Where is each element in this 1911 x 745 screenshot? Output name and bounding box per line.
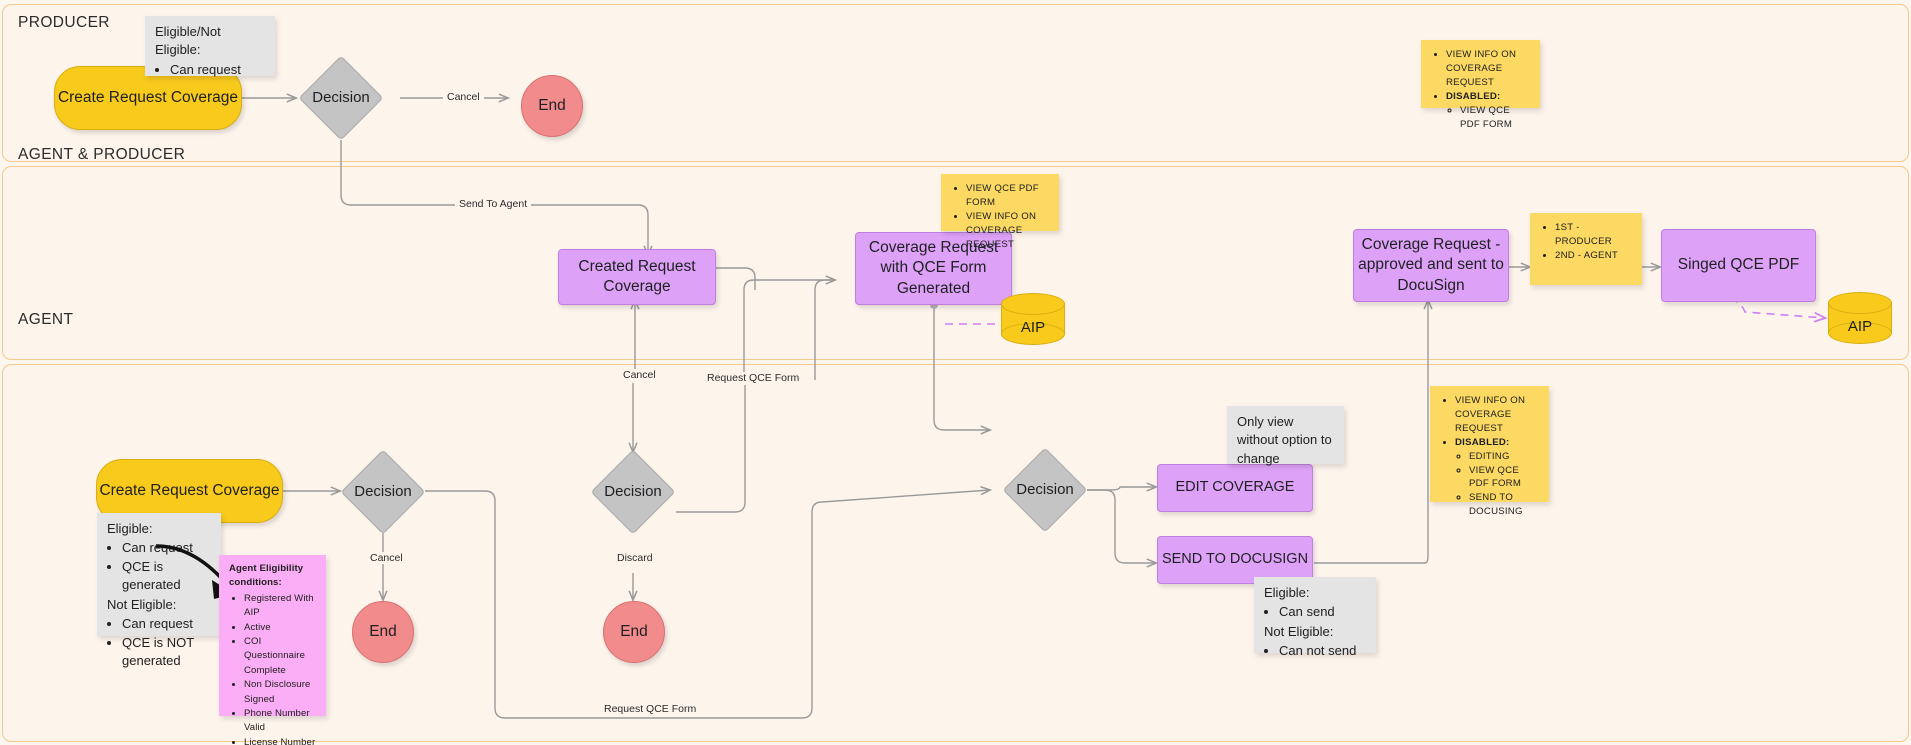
edge-label-request-qce-form-bottom: Request QCE Form [600,703,701,715]
node-edit-coverage[interactable]: EDIT COVERAGE [1157,464,1313,512]
node-signed-qce-pdf[interactable]: Singed QCE PDF [1661,229,1816,302]
node-label: Decision [604,483,662,501]
note-item: DISABLED: [1446,90,1501,102]
note-item: 1ST - PRODUCER [1555,221,1632,249]
note-item: VIEW QCE PDF FORM [966,182,1049,210]
note-item: EDITING [1469,450,1539,464]
edge-label-send-to-agent: Send To Agent [455,198,532,210]
node-label: Create Request Coverage [99,481,280,499]
note-item: VIEW QCE PDF FORM [1469,464,1539,492]
edge-label-agent-cancel: Cancel [366,552,407,564]
node-label: End [538,97,566,114]
note-item: Can request [170,61,265,79]
note-item: Registered With AIP [244,592,316,621]
edge-label-agent-producer-cancel: Cancel [619,369,660,381]
note-agent-permissions: VIEW INFO ON COVERAGE REQUEST DISABLED: … [1430,386,1549,517]
note-item: VIEW INFO ON COVERAGE REQUEST [966,210,1049,252]
note-heading: Agent Eligibility conditions: [229,563,304,589]
note-item: QCE is NOT generated [122,634,211,671]
note-item: VIEW INFO ON COVERAGE REQUEST [1446,48,1530,90]
note-item: VIEW QCE PDF FORM [1460,104,1530,132]
node-created-request-coverage[interactable]: Created Request Coverage [558,249,716,305]
note-send-docusign-eligibility: Eligible: Can send Not Eligible: Can not… [1254,577,1376,658]
node-label: Create Request Coverage [57,88,239,106]
note-docusign-signing-order: 1ST - PRODUCER 2ND - AGENT [1530,213,1642,285]
node-label: EDIT COVERAGE [1175,479,1295,496]
note-heading: Not Eligible: [1264,623,1334,639]
note-item: Active [244,621,316,635]
node-label: Singed QCE PDF [1677,256,1800,274]
note-item: COI Questionnaire Complete [244,635,316,678]
node-label: Coverage Request - approved and sent to … [1358,235,1504,294]
node-producer-end[interactable]: End [521,75,583,137]
note-item: 2ND - AGENT [1555,249,1632,263]
node-label: Decision [312,89,370,107]
node-label: Decision [1016,481,1074,499]
note-agent-eligibility-conditions: Agent Eligibility conditions: Registered… [219,555,326,745]
note-item: Can send [1279,603,1366,621]
node-label: Created Request Coverage [578,257,696,295]
note-item: License Number Valid [244,736,316,745]
lane-title-producer: PRODUCER [18,14,110,31]
note-item: Can not send [1279,642,1366,660]
note-heading: Eligible/Not Eligible: [155,24,221,58]
node-label: End [620,623,648,640]
note-producer-permissions: VIEW INFO ON COVERAGE REQUEST DISABLED: … [1421,40,1540,130]
note-item: SEND TO DOCUSING [1469,491,1539,519]
note-edit-coverage-readonly: Only view without option to change [1227,406,1344,466]
node-label: Decision [354,483,412,501]
note-heading: Eligible: [1264,585,1310,600]
note-text: Only view without option to change [1237,414,1332,466]
node-agent-end-2[interactable]: End [603,601,665,663]
edge-label-request-qce-form-top: Request QCE Form [703,372,804,384]
note-item: Non Disclosure Signed [244,678,316,707]
lane-producer [2,4,1909,162]
lane-title-agent: AGENT [18,311,74,328]
node-aip-datastore-qce[interactable]: AIP [1001,293,1065,345]
flowchart-canvas: PRODUCER AGENT & PRODUCER AGENT Create R… [0,0,1911,745]
note-item: Phone Number Valid [244,707,316,736]
node-aip-datastore-signed[interactable]: AIP [1828,292,1892,344]
node-coverage-request-approved-docusign[interactable]: Coverage Request - approved and sent to … [1353,229,1509,302]
note-qce-permissions: VIEW QCE PDF FORM VIEW INFO ON COVERAGE … [941,174,1059,250]
node-agent-end-1[interactable]: End [352,601,414,663]
note-heading: Eligible: [107,521,153,536]
cylinder-top [1828,292,1892,314]
note-producer-eligibility: Eligible/Not Eligible: Can request [145,16,275,79]
edge-label-producer-cancel: Cancel [443,91,484,103]
note-item: VIEW INFO ON COVERAGE REQUEST [1455,394,1539,436]
edge-label-agent-discard: Discard [613,552,657,564]
node-label: AIP [1847,318,1873,335]
note-item: DISABLED: [1455,436,1510,448]
cylinder-top [1001,293,1065,315]
node-label: SEND TO DOCUSIGN [1161,551,1309,568]
lane-title-agent-producer: AGENT & PRODUCER [18,146,186,163]
node-label: AIP [1020,319,1046,336]
node-label: End [369,623,397,640]
